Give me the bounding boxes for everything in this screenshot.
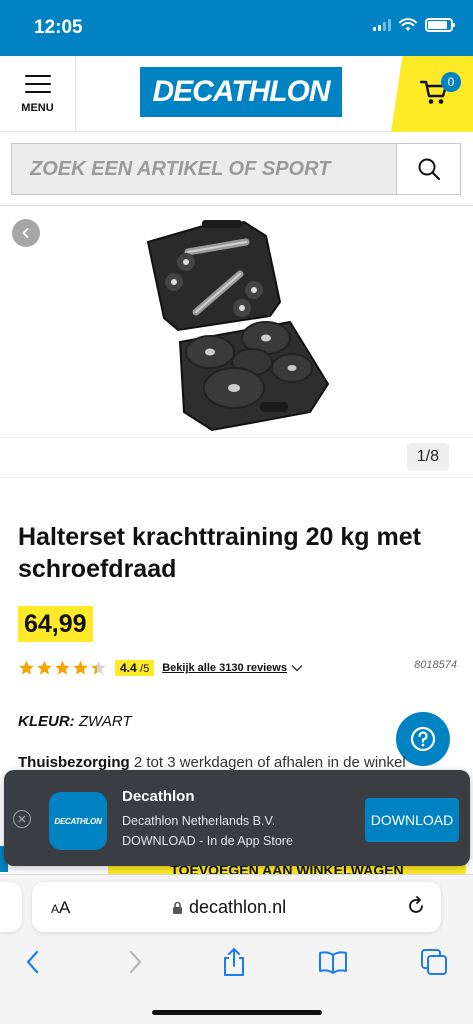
aa-big-label: A bbox=[59, 898, 71, 917]
forward-button[interactable] bbox=[120, 947, 150, 977]
product-gallery bbox=[0, 206, 473, 438]
app-publisher: Decathlon Netherlands B.V. bbox=[122, 814, 276, 828]
product-sku: 8018574 bbox=[414, 659, 457, 671]
chevron-right-icon bbox=[129, 950, 142, 974]
bookmarks-button[interactable] bbox=[318, 947, 348, 977]
browser-toolbar bbox=[0, 943, 473, 983]
back-button[interactable] bbox=[18, 947, 48, 977]
chevron-down-icon[interactable] bbox=[291, 664, 303, 672]
lock-icon bbox=[173, 901, 182, 914]
chevron-left-icon bbox=[22, 228, 29, 238]
share-icon bbox=[224, 948, 244, 976]
menu-label: MENU bbox=[21, 101, 54, 114]
image-counter: 1/8 bbox=[406, 443, 449, 471]
rating-badge: 4.4 /5 bbox=[115, 660, 155, 676]
status-icons bbox=[373, 18, 455, 32]
search-icon bbox=[418, 158, 440, 181]
cellular-signal-icon bbox=[373, 19, 391, 31]
app-icon: DECATHLON bbox=[49, 792, 107, 850]
search-box bbox=[11, 143, 461, 195]
search-bar bbox=[0, 132, 473, 206]
menu-button[interactable]: MENU bbox=[0, 56, 76, 132]
battery-icon bbox=[425, 18, 455, 32]
wifi-icon bbox=[399, 18, 417, 31]
cart-count-badge: 0 bbox=[441, 72, 461, 92]
status-bar: 12:05 bbox=[0, 0, 473, 56]
address-bar[interactable]: AA decathlon.nl bbox=[32, 882, 441, 932]
rating-row: 4.4 /5 Bekijk alle 3130 reviews bbox=[18, 658, 458, 678]
reload-icon bbox=[409, 896, 423, 913]
page-settings-button[interactable]: AA bbox=[51, 898, 70, 918]
rating-stars bbox=[18, 660, 107, 676]
delivery-row: Thuisbezorging 2 tot 3 werkdagen of afha… bbox=[18, 754, 458, 771]
hamburger-icon bbox=[24, 74, 51, 93]
star-icon bbox=[37, 660, 52, 675]
url-display[interactable]: decathlon.nl bbox=[172, 897, 286, 918]
star-icon bbox=[55, 660, 70, 675]
star-icon bbox=[73, 660, 88, 675]
app-subtitle: DOWNLOAD - In de App Store bbox=[122, 834, 293, 848]
banner-text: Decathlon Decathlon Netherlands B.V. DOW… bbox=[122, 788, 293, 851]
delivery-label: Thuisbezorging bbox=[18, 754, 130, 771]
tabs-button[interactable] bbox=[419, 947, 449, 977]
site-header: MENU DECATHLON 0 bbox=[0, 56, 473, 132]
app-name: Decathlon bbox=[122, 788, 195, 805]
decathlon-logo[interactable]: DECATHLON bbox=[140, 67, 342, 117]
product-image[interactable] bbox=[140, 212, 340, 434]
delivery-text: 2 tot 3 werkdagen of afhalen in de winke… bbox=[133, 754, 406, 771]
app-store-banner: DECATHLON Decathlon Decathlon Netherland… bbox=[4, 770, 470, 866]
close-icon bbox=[18, 815, 26, 823]
color-row: KLEUR: ZWART bbox=[18, 713, 132, 730]
star-icon bbox=[19, 660, 34, 675]
aa-small-label: A bbox=[51, 902, 60, 916]
gallery-previous-button[interactable] bbox=[12, 219, 40, 247]
color-label: KLEUR: bbox=[18, 713, 75, 730]
battery-level bbox=[428, 21, 447, 29]
rating-scale: /5 bbox=[140, 663, 150, 675]
color-value: ZWART bbox=[78, 713, 132, 730]
url-text: decathlon.nl bbox=[189, 897, 287, 917]
product-price: 64,99 bbox=[18, 606, 93, 642]
book-icon bbox=[319, 951, 347, 974]
search-button[interactable] bbox=[396, 144, 460, 194]
reload-button[interactable] bbox=[405, 895, 427, 922]
home-indicator bbox=[152, 1010, 322, 1015]
download-button[interactable]: DOWNLOAD bbox=[365, 798, 459, 842]
banner-close-button[interactable] bbox=[13, 810, 31, 828]
star-icon bbox=[91, 660, 106, 675]
question-mark-icon bbox=[410, 726, 436, 752]
browser-chrome: AA decathlon.nl bbox=[0, 874, 473, 1024]
image-counter-row: 1/8 bbox=[0, 438, 473, 478]
rating-value: 4.4 bbox=[120, 661, 137, 675]
reviews-link[interactable]: Bekijk alle 3130 reviews bbox=[162, 662, 287, 674]
previous-tab-edge[interactable] bbox=[0, 882, 22, 932]
chevron-left-icon bbox=[26, 950, 39, 974]
tabs-icon bbox=[421, 949, 447, 975]
cart-button[interactable]: 0 bbox=[391, 56, 473, 132]
product-title: Halterset krachttraining 20 kg met schro… bbox=[18, 523, 421, 583]
status-time: 12:05 bbox=[34, 17, 83, 38]
share-button[interactable] bbox=[219, 947, 249, 977]
search-input[interactable] bbox=[12, 144, 396, 194]
